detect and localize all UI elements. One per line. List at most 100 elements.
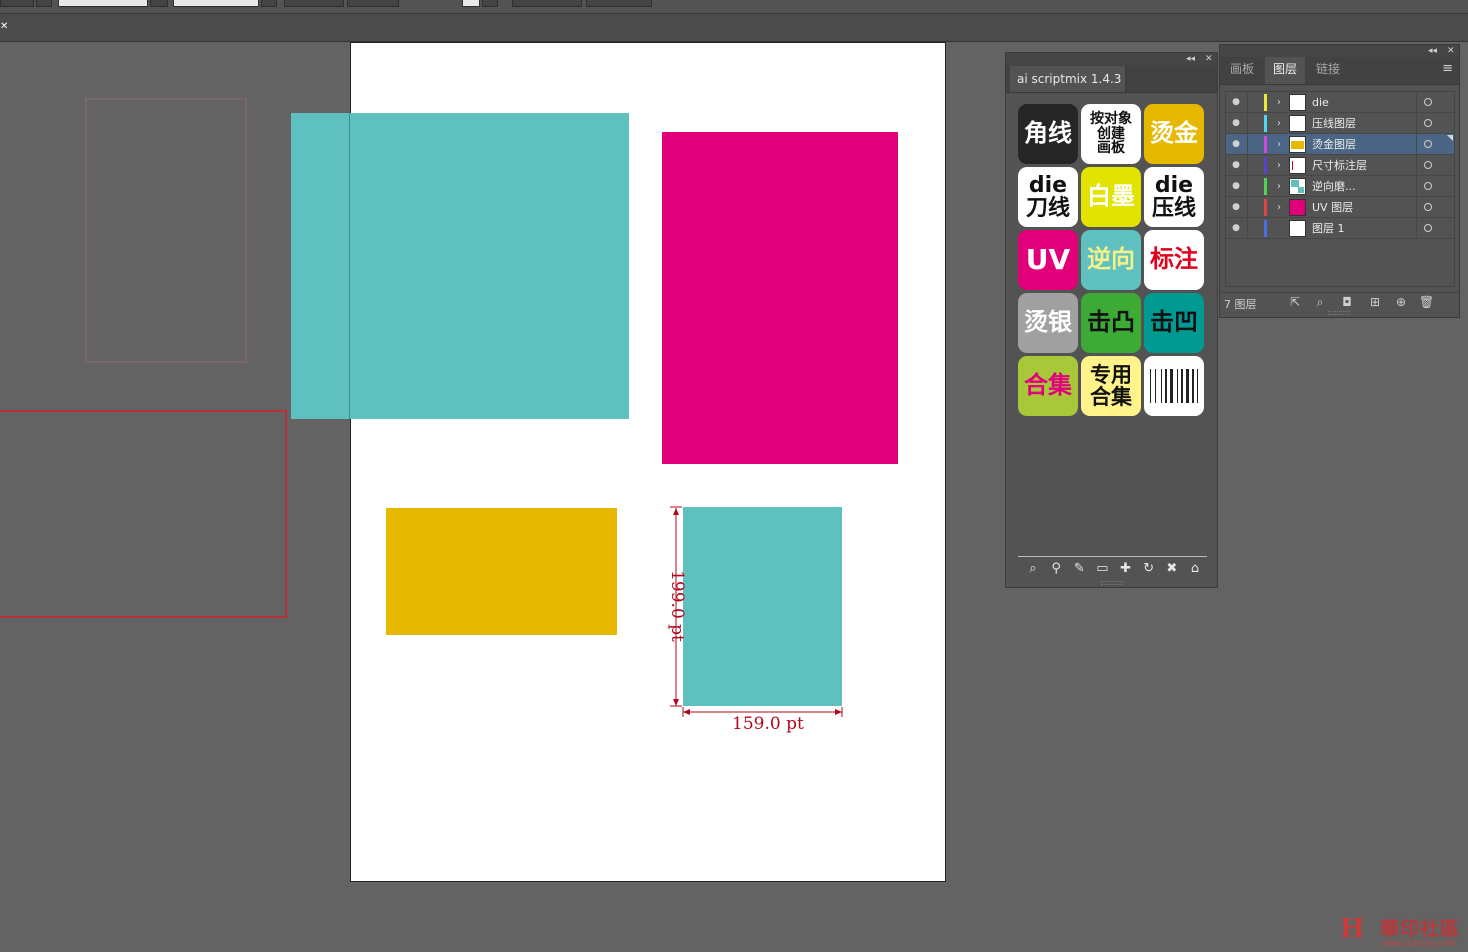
folder-icon[interactable]: ▭ xyxy=(1093,561,1111,577)
chevron-right-icon[interactable]: › xyxy=(1272,118,1286,129)
tab-scriptmix[interactable]: ai scriptmix 1.4.3 xyxy=(1010,66,1126,92)
script-button[interactable]: 角线 xyxy=(1018,104,1078,164)
chevron-right-icon[interactable]: › xyxy=(1272,97,1286,108)
eye-icon[interactable]: ● xyxy=(1226,202,1246,212)
collapse-icon[interactable]: ◂◂ xyxy=(1186,53,1195,65)
script-button[interactable]: 合集 xyxy=(1018,356,1078,416)
control-field[interactable] xyxy=(462,0,480,7)
layer-name[interactable]: 图层 1 xyxy=(1312,220,1404,236)
script-button[interactable]: die 压线 xyxy=(1144,167,1204,227)
script-button[interactable]: UV xyxy=(1018,230,1078,290)
layer-thumbnail xyxy=(1289,219,1306,237)
script-button[interactable]: 击凹 xyxy=(1144,293,1204,353)
control-field[interactable] xyxy=(284,0,344,7)
control-button[interactable] xyxy=(512,0,582,7)
close-icon[interactable]: ✕ xyxy=(1447,45,1455,57)
script-button[interactable]: 击凸 xyxy=(1081,293,1141,353)
refresh-icon[interactable]: ↻ xyxy=(1140,561,1158,577)
script-button[interactable]: 烫金 xyxy=(1144,104,1204,164)
chevron-right-icon[interactable]: › xyxy=(1272,181,1286,192)
search-icon[interactable]: ⌕ xyxy=(1313,295,1327,310)
layer-name[interactable]: 逆向磨... xyxy=(1312,178,1404,194)
control-field[interactable] xyxy=(58,0,148,7)
close-icon[interactable]: ✖ xyxy=(1163,561,1181,577)
panel-title-bar[interactable]: ◂◂ ✕ xyxy=(1220,45,1459,57)
control-button[interactable] xyxy=(586,0,652,7)
new-sublayer-icon[interactable]: ⊞ xyxy=(1368,295,1382,309)
tab-layers[interactable]: 图层 xyxy=(1265,57,1306,84)
eye-icon[interactable]: ● xyxy=(1226,118,1246,128)
eye-icon[interactable]: ● xyxy=(1226,181,1246,191)
layer-name[interactable]: UV 图层 xyxy=(1312,199,1404,215)
clipping-mask-icon[interactable]: ◘ xyxy=(1340,295,1354,309)
target-circle-icon[interactable] xyxy=(1424,98,1432,106)
resize-grip[interactable] xyxy=(1328,311,1350,315)
layer-name[interactable]: 尺寸标注层 xyxy=(1312,157,1404,173)
layer-row[interactable]: ● › 烫金图层 xyxy=(1226,133,1454,155)
script-button[interactable]: 标注 xyxy=(1144,230,1204,290)
target-circle-icon[interactable] xyxy=(1424,119,1432,127)
script-button[interactable]: 专用 合集 xyxy=(1081,356,1141,416)
artboard-outline[interactable] xyxy=(0,410,287,618)
export-icon[interactable]: ⇱ xyxy=(1288,295,1302,309)
target-circle-icon[interactable] xyxy=(1424,224,1432,232)
script-button[interactable]: 逆向 xyxy=(1081,230,1141,290)
outline-rectangle[interactable] xyxy=(85,98,247,363)
chevron-right-icon[interactable]: › xyxy=(1272,139,1286,150)
script-button-label: UV xyxy=(1025,243,1071,277)
magenta-rectangle[interactable] xyxy=(662,132,898,464)
target-circle-icon[interactable] xyxy=(1424,140,1432,148)
divider xyxy=(1416,113,1417,134)
eye-icon[interactable]: ● xyxy=(1226,139,1246,149)
layer-name[interactable]: die xyxy=(1312,96,1404,109)
control-field[interactable] xyxy=(173,0,259,7)
search-user-icon[interactable]: ⚲ xyxy=(1047,561,1065,577)
teal-rectangle[interactable] xyxy=(291,113,629,419)
close-icon[interactable]: ✕ xyxy=(0,20,10,34)
trash-icon[interactable]: 🗑 xyxy=(1419,295,1434,309)
close-icon[interactable]: ✕ xyxy=(1205,53,1213,65)
chevron-right-icon[interactable]: › xyxy=(1272,202,1286,213)
menu-icon[interactable]: ≡ xyxy=(1442,61,1453,76)
home-icon[interactable]: ⌂ xyxy=(1186,561,1204,577)
layer-row[interactable]: ● › UV 图层 xyxy=(1226,196,1454,218)
control-field[interactable] xyxy=(482,0,498,7)
search-icon[interactable]: ⌕ xyxy=(1024,561,1042,577)
control-field[interactable] xyxy=(347,0,399,7)
layer-row[interactable]: ● › 逆向磨... xyxy=(1226,175,1454,197)
target-circle-icon[interactable] xyxy=(1424,203,1432,211)
script-button[interactable]: 按对象 创建 画板 xyxy=(1081,104,1141,164)
new-layer-icon[interactable]: ⊕ xyxy=(1394,295,1408,309)
divider xyxy=(1247,217,1248,239)
layer-row[interactable]: ● 图层 1 xyxy=(1226,217,1454,239)
eye-icon[interactable]: ● xyxy=(1226,160,1246,170)
script-button[interactable]: die 刀线 xyxy=(1018,167,1078,227)
eye-icon[interactable]: ● xyxy=(1226,223,1246,233)
layer-row[interactable]: ● › 尺寸标注层 xyxy=(1226,154,1454,176)
control-field[interactable] xyxy=(150,0,168,7)
layer-thumbnail xyxy=(1289,135,1306,153)
panel-title-bar[interactable]: ◂◂ ✕ xyxy=(1006,53,1217,65)
layer-row[interactable]: ● › 压线图层 xyxy=(1226,112,1454,134)
plus-icon[interactable]: ✚ xyxy=(1117,561,1135,577)
chevron-right-icon[interactable]: › xyxy=(1272,160,1286,171)
tab-links[interactable]: 链接 xyxy=(1308,57,1348,84)
layer-name[interactable]: 压线图层 xyxy=(1312,115,1404,131)
script-button[interactable]: 白墨 xyxy=(1081,167,1141,227)
barcode-button[interactable] xyxy=(1144,356,1204,416)
control-field[interactable] xyxy=(0,0,34,7)
target-circle-icon[interactable] xyxy=(1424,182,1432,190)
collapse-icon[interactable]: ◂◂ xyxy=(1428,45,1437,57)
tab-artboards[interactable]: 画板 xyxy=(1222,57,1262,84)
layer-row[interactable]: ● › die xyxy=(1226,91,1454,113)
control-field[interactable] xyxy=(36,0,52,7)
target-circle-icon[interactable] xyxy=(1424,161,1432,169)
wrench-icon[interactable]: ✎ xyxy=(1070,561,1088,577)
resize-grip[interactable] xyxy=(1101,581,1123,585)
eye-icon[interactable]: ● xyxy=(1226,97,1246,107)
layer-color-bar xyxy=(1264,219,1267,237)
control-field[interactable] xyxy=(261,0,277,7)
layer-name[interactable]: 烫金图层 xyxy=(1312,136,1404,152)
yellow-rectangle[interactable] xyxy=(386,508,617,635)
script-button[interactable]: 烫银 xyxy=(1018,293,1078,353)
